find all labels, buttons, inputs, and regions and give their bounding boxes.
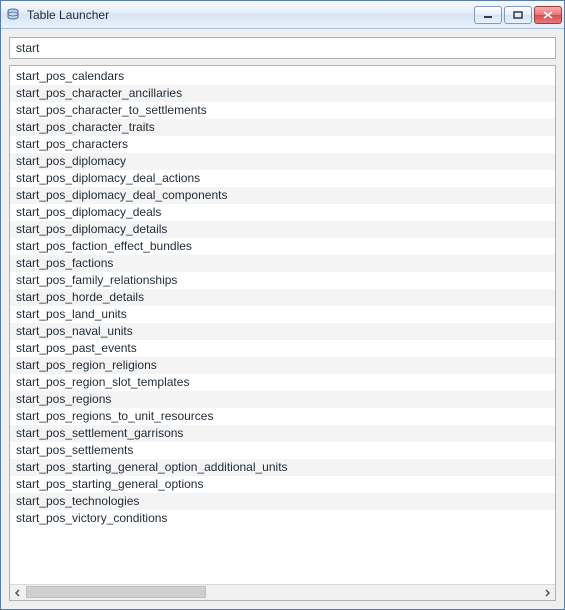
maximize-button[interactable]: [504, 6, 532, 24]
table-list[interactable]: start_pos_calendarsstart_pos_character_a…: [10, 66, 555, 584]
search-input[interactable]: [9, 37, 556, 59]
minimize-button[interactable]: [474, 6, 502, 24]
list-item[interactable]: start_pos_diplomacy_deal_actions: [10, 170, 555, 187]
list-item[interactable]: start_pos_starting_general_option_additi…: [10, 459, 555, 476]
list-item[interactable]: start_pos_victory_conditions: [10, 510, 555, 527]
chevron-left-icon: [14, 589, 22, 597]
list-item[interactable]: start_pos_technologies: [10, 493, 555, 510]
scrollbar-track[interactable]: [26, 585, 539, 601]
list-item[interactable]: start_pos_diplomacy_deals: [10, 204, 555, 221]
list-item[interactable]: start_pos_factions: [10, 255, 555, 272]
list-item[interactable]: start_pos_starting_general_options: [10, 476, 555, 493]
list-item[interactable]: start_pos_naval_units: [10, 323, 555, 340]
list-item[interactable]: start_pos_family_relationships: [10, 272, 555, 289]
list-item[interactable]: start_pos_calendars: [10, 68, 555, 85]
list-item[interactable]: start_pos_land_units: [10, 306, 555, 323]
scroll-left-button[interactable]: [10, 585, 26, 601]
close-icon: [543, 11, 553, 19]
list-item[interactable]: start_pos_regions_to_unit_resources: [10, 408, 555, 425]
list-item[interactable]: start_pos_character_to_settlements: [10, 102, 555, 119]
list-item[interactable]: start_pos_horde_details: [10, 289, 555, 306]
table-list-container: start_pos_calendarsstart_pos_character_a…: [9, 65, 556, 601]
list-item[interactable]: start_pos_region_religions: [10, 357, 555, 374]
list-item[interactable]: start_pos_region_slot_templates: [10, 374, 555, 391]
list-item[interactable]: start_pos_settlement_garrisons: [10, 425, 555, 442]
list-item[interactable]: start_pos_character_ancillaries: [10, 85, 555, 102]
window-controls: [474, 6, 562, 24]
scrollbar-thumb[interactable]: [26, 586, 206, 598]
list-item[interactable]: start_pos_regions: [10, 391, 555, 408]
chevron-right-icon: [543, 589, 551, 597]
list-item[interactable]: start_pos_diplomacy: [10, 153, 555, 170]
minimize-icon: [483, 11, 493, 19]
list-item[interactable]: start_pos_diplomacy_details: [10, 221, 555, 238]
list-item[interactable]: start_pos_diplomacy_deal_components: [10, 187, 555, 204]
horizontal-scrollbar[interactable]: [10, 584, 555, 600]
window-title: Table Launcher: [27, 8, 474, 22]
list-item[interactable]: start_pos_character_traits: [10, 119, 555, 136]
database-icon: [5, 7, 21, 23]
scroll-right-button[interactable]: [539, 585, 555, 601]
list-item[interactable]: start_pos_faction_effect_bundles: [10, 238, 555, 255]
client-area: start_pos_calendarsstart_pos_character_a…: [1, 29, 564, 609]
list-item[interactable]: start_pos_past_events: [10, 340, 555, 357]
titlebar[interactable]: Table Launcher: [1, 1, 564, 29]
list-item[interactable]: start_pos_characters: [10, 136, 555, 153]
maximize-icon: [513, 11, 523, 19]
close-button[interactable]: [534, 6, 562, 24]
list-item[interactable]: start_pos_settlements: [10, 442, 555, 459]
